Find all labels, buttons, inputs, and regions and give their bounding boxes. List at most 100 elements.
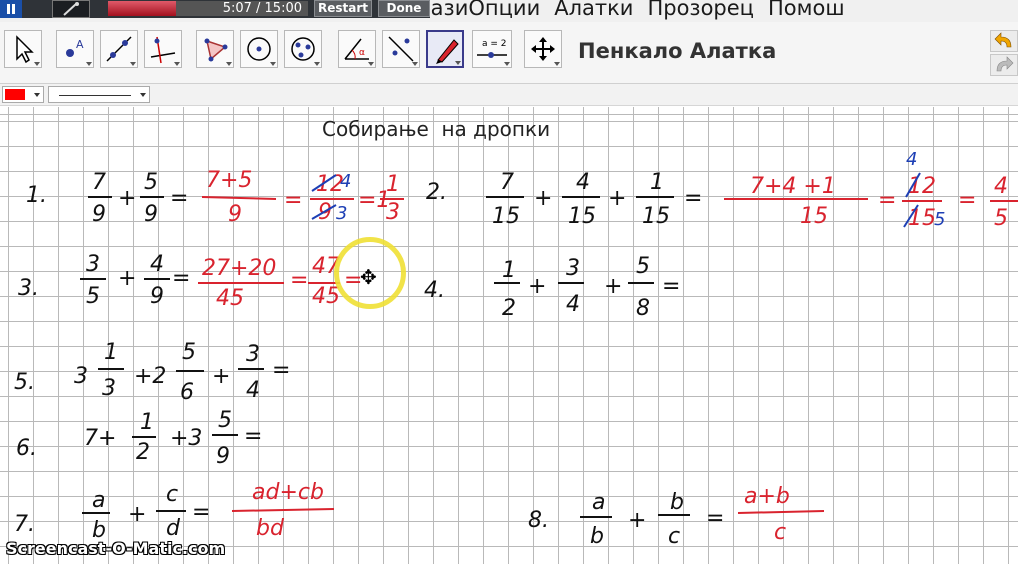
ink-digit: c xyxy=(166,482,178,507)
problem-number: 5. xyxy=(14,370,35,395)
ink-digit: a xyxy=(92,488,105,513)
pen-tool-button[interactable] xyxy=(426,30,464,68)
ink-digit: 1 xyxy=(650,170,664,195)
ink-digit: 1 xyxy=(140,410,154,435)
ink-digit: a xyxy=(592,490,605,515)
problem-number: 1. xyxy=(26,183,47,208)
ink-op: +2 xyxy=(134,364,166,389)
ink-digit: 4 xyxy=(576,170,590,195)
ink-digit: 15 xyxy=(492,204,520,229)
menu-item-help[interactable]: Помош xyxy=(768,0,845,20)
slider-tool-button[interactable]: a = 2 xyxy=(472,30,512,68)
ink-work: 45 xyxy=(312,284,340,309)
handwriting-layer: 1. 7 9 + 5 9 = 2. 7 15 + 4 15 + 1 15 = 3… xyxy=(14,149,1018,549)
line-tool-button[interactable] xyxy=(100,30,138,68)
ink-work: bd xyxy=(256,516,285,541)
circle-tool-icon xyxy=(247,37,271,61)
ink-digit: 4 xyxy=(246,378,260,403)
reflect-tool-button[interactable] xyxy=(382,30,420,68)
redo-button[interactable] xyxy=(990,54,1018,76)
ink-digit: 2 xyxy=(136,440,150,465)
ink-digit: 15 xyxy=(568,204,596,229)
slider-tool-icon: a = 2 xyxy=(477,39,507,58)
ink-digit: 1 xyxy=(104,340,118,365)
ink-op: + xyxy=(608,186,626,211)
undo-button[interactable] xyxy=(990,30,1018,52)
angle-tool-icon: α xyxy=(344,38,369,60)
ink-digit: b xyxy=(670,490,684,515)
conic-tool-icon xyxy=(291,37,315,61)
ink-digit: 4 xyxy=(150,252,164,277)
move-graphics-view-button[interactable] xyxy=(524,30,562,68)
ink-work: 15 xyxy=(908,206,936,231)
ink-work: 4 xyxy=(994,174,1008,199)
reflect-tool-icon xyxy=(388,36,414,62)
ink-op: + xyxy=(118,186,136,211)
done-button[interactable]: Done xyxy=(378,0,430,17)
ink-digit: 3 xyxy=(246,342,260,367)
microphone-icon xyxy=(63,2,79,16)
ink-op: + xyxy=(128,502,146,527)
problem-number: 2. xyxy=(426,180,447,205)
pause-button[interactable] xyxy=(0,0,22,18)
redo-icon xyxy=(996,56,1014,72)
point-tool-button[interactable]: A xyxy=(56,30,94,68)
ink-digit: 7 xyxy=(92,170,106,195)
ink-simplify: 4 xyxy=(340,171,351,192)
ink-op: = xyxy=(244,424,262,449)
perpendicular-tool-icon xyxy=(150,36,176,64)
angle-tool-button[interactable]: α xyxy=(338,30,376,68)
watermark: Screencast-O-Matic.com xyxy=(6,539,226,558)
problem-number: 8. xyxy=(528,508,549,533)
ink-work: 15 xyxy=(800,204,828,229)
ink-op: = xyxy=(290,268,308,293)
ink-op: = xyxy=(284,188,302,213)
toolbar: A α a = 2 Пенкало Алатка xyxy=(0,22,1018,84)
ink-op: = xyxy=(170,186,188,211)
conic-tool-button[interactable] xyxy=(284,30,322,68)
move-tool-button[interactable] xyxy=(4,30,42,68)
svg-text:α: α xyxy=(359,48,365,58)
ink-digit: 9 xyxy=(150,284,164,309)
ink-digit: 1 xyxy=(502,258,516,283)
ink-op: + xyxy=(528,274,546,299)
move-graphics-view-icon xyxy=(531,37,555,61)
ink-digit: 7 xyxy=(500,170,514,195)
ink-op: + xyxy=(212,364,230,389)
polygon-tool-button[interactable] xyxy=(196,30,234,68)
recording-progress: 5:07 / 15:00 xyxy=(108,1,308,16)
line-style-dropdown[interactable] xyxy=(48,86,150,103)
ink-work: 1 xyxy=(386,172,400,197)
ink-digit: 3 xyxy=(102,376,116,401)
ink-work: ad+cb xyxy=(252,480,324,505)
ink-op: + xyxy=(604,274,622,299)
microphone-button[interactable] xyxy=(52,0,90,18)
polygon-tool-icon xyxy=(204,38,228,62)
ink-op: = xyxy=(272,358,290,383)
ink-op: + xyxy=(628,508,646,533)
graphics-view[interactable]: Собирање на дропки 1. 7 9 + 5 9 = 2. 7 1… xyxy=(0,107,1018,564)
ink-digit: 5 xyxy=(182,340,196,365)
move-cursor-icon: ✥ xyxy=(360,265,377,289)
pen-color-dropdown[interactable] xyxy=(2,86,44,103)
problem-number: 6. xyxy=(16,436,37,461)
perpendicular-tool-button[interactable] xyxy=(144,30,182,68)
menu-item-view[interactable]: казиОпции xyxy=(418,0,540,20)
ink-work: a+b xyxy=(744,484,790,509)
ink-digit: 2 xyxy=(502,296,516,321)
ink-op: + xyxy=(534,186,552,211)
line-tool-icon xyxy=(106,36,132,62)
ink-work: 3 xyxy=(386,200,400,225)
ink-op: = xyxy=(192,500,210,525)
circle-tool-button[interactable] xyxy=(240,30,278,68)
restart-button[interactable]: Restart xyxy=(314,0,372,17)
recorder-bar: 5:07 / 15:00 Restart Done xyxy=(0,0,430,18)
menu-item-window[interactable]: Прозорец xyxy=(647,0,754,20)
menu-item-tools[interactable]: Алатки xyxy=(554,0,633,20)
ink-digit: 5 xyxy=(86,284,100,309)
ink-digit: 7+ xyxy=(84,426,116,451)
style-bar xyxy=(0,84,1018,106)
ink-digit: 9 xyxy=(144,202,158,227)
ink-op: = xyxy=(878,188,896,213)
problem-number: 3. xyxy=(18,276,39,301)
